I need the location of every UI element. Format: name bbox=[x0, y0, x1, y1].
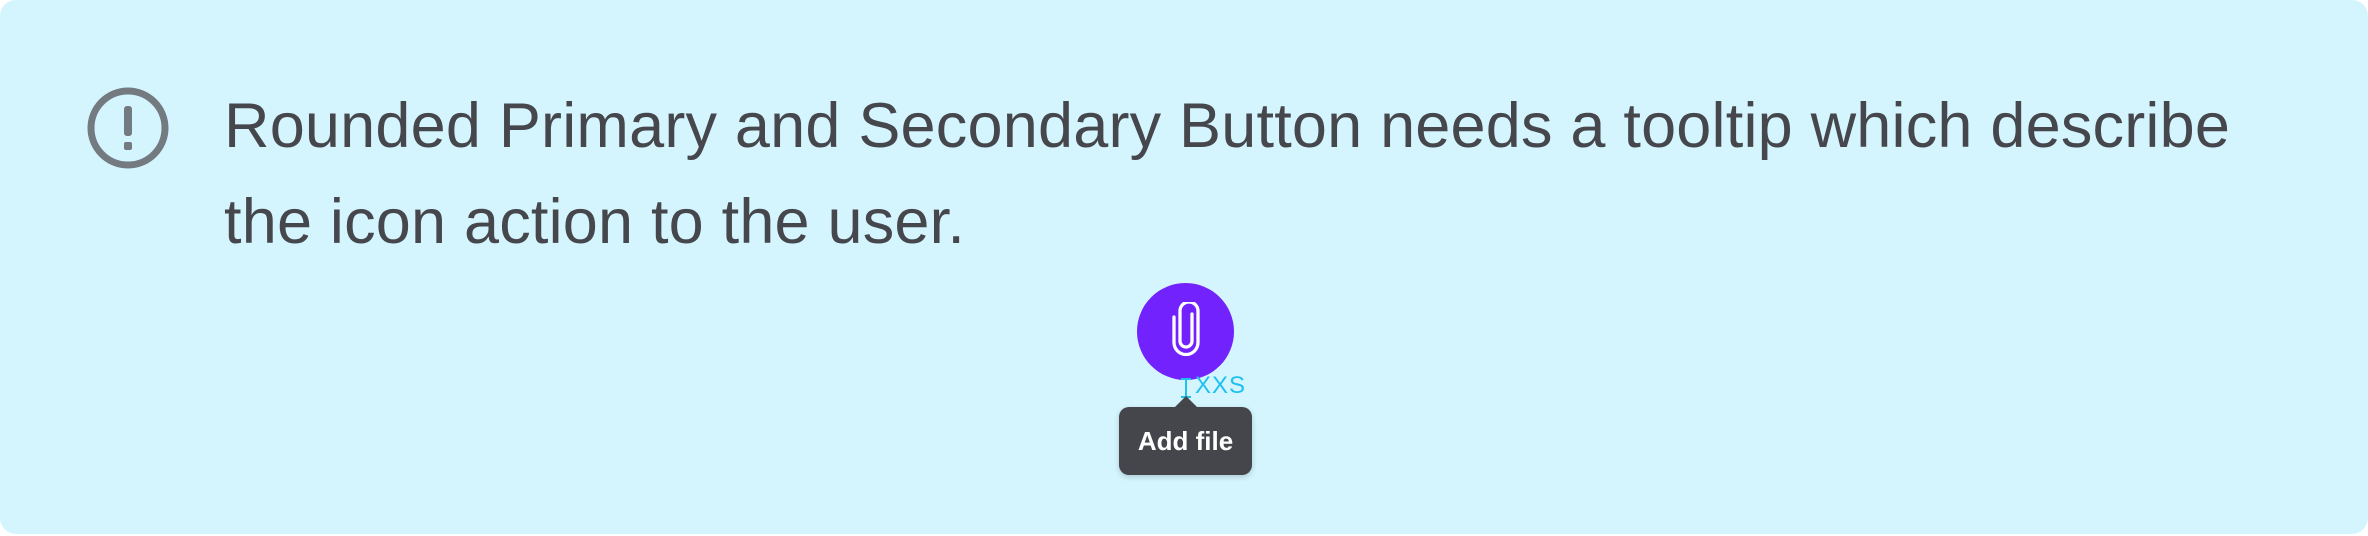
callout-message: Rounded Primary and Secondary Button nee… bbox=[224, 91, 2231, 257]
info-exclamation-icon bbox=[86, 86, 170, 170]
spacing-label: XXS bbox=[1195, 372, 1247, 399]
paperclip-icon bbox=[1168, 300, 1204, 361]
add-file-button[interactable] bbox=[1137, 283, 1234, 380]
info-callout: Rounded Primary and Secondary Button nee… bbox=[0, 0, 2368, 534]
tooltip: Add file bbox=[1119, 407, 1252, 475]
tooltip-text: Add file bbox=[1137, 425, 1234, 456]
spacing-marker bbox=[1180, 378, 1192, 398]
